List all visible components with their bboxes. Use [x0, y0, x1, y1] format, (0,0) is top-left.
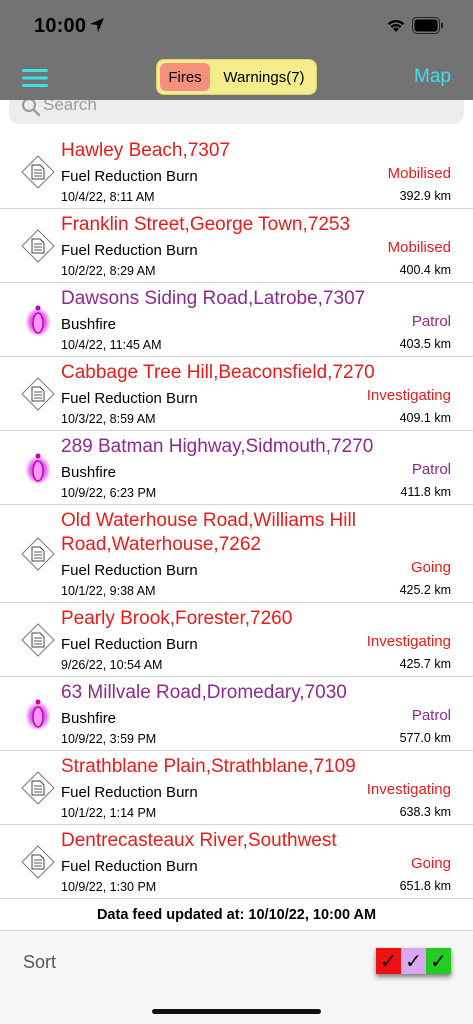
- incident-title: Dawsons Siding Road,Latrobe,7307: [61, 288, 366, 309]
- incident-date: 10/9/22, 6:23 PM: [61, 486, 157, 500]
- incident-date: 10/4/22, 8:11 AM: [61, 190, 155, 204]
- incident-type: Fuel Reduction Burn: [61, 784, 198, 801]
- incident-title: Old Waterhouse Road,Williams Hill Road,W…: [61, 510, 356, 555]
- incident-distance: 392.9 km: [399, 189, 451, 203]
- search-bar: Search: [0, 100, 473, 134]
- diamond-document-icon: [21, 228, 55, 263]
- incident-status: Investigating: [366, 387, 451, 404]
- incident-status: Patrol: [411, 707, 451, 724]
- search-icon: [21, 100, 41, 117]
- incident-distance: 577.0 km: [399, 731, 451, 745]
- incident-title: Dentrecasteaux River,Southwest: [61, 830, 337, 851]
- incident-type: Fuel Reduction Burn: [61, 858, 198, 875]
- incident-status: Investigating: [366, 781, 451, 798]
- incident-title: Hawley Beach,7307: [61, 140, 230, 161]
- incident-type: Bushfire: [61, 464, 117, 481]
- incident-distance: 403.5 km: [399, 337, 451, 351]
- fires-warnings-segmented-control: Fires Warnings(7): [156, 59, 317, 95]
- incident-title: Franklin Street,George Town,7253: [61, 214, 351, 235]
- bottom-toolbar: Sort ✓ ✓ ✓: [0, 932, 473, 1024]
- diamond-document-icon: [21, 622, 55, 657]
- sort-button[interactable]: Sort: [23, 952, 56, 973]
- incident-distance: 400.4 km: [399, 263, 451, 277]
- diamond-document-icon: [21, 536, 55, 571]
- incident-status: Going: [410, 559, 451, 576]
- incident-date: 10/1/22, 9:38 AM: [61, 584, 156, 598]
- checkmark-icon: ✓: [430, 950, 447, 973]
- incident-date: 10/9/22, 1:30 PM: [61, 880, 157, 894]
- list-item[interactable]: Cabbage Tree Hill,Beaconsfield,7270 Fuel…: [0, 357, 473, 431]
- list-item[interactable]: Strathblane Plain,Strathblane,7109 Fuel …: [0, 751, 473, 825]
- incident-type: Fuel Reduction Burn: [61, 636, 198, 653]
- incident-title: Strathblane Plain,Strathblane,7109: [61, 756, 356, 777]
- incident-title: Pearly Brook,Forester,7260: [61, 608, 293, 629]
- incident-status: Going: [410, 855, 451, 872]
- list-item[interactable]: Dentrecasteaux River,Southwest Fuel Redu…: [0, 825, 473, 899]
- category-filter-toggles: ✓ ✓ ✓: [376, 948, 451, 974]
- status-time: 10:00: [34, 15, 87, 37]
- incident-date: 10/3/22, 8:59 AM: [61, 412, 156, 426]
- incident-type: Fuel Reduction Burn: [61, 242, 198, 259]
- bushfire-marker-icon: [25, 305, 51, 337]
- incident-status: Mobilised: [387, 239, 451, 256]
- incident-type: Bushfire: [61, 710, 117, 727]
- location-arrow-icon: [90, 18, 104, 32]
- top-area: 10:00 Fires Warnings(7) Map: [0, 0, 473, 100]
- search-input[interactable]: Search: [9, 100, 464, 124]
- hamburger-menu-icon[interactable]: [22, 68, 48, 88]
- green-filter-toggle[interactable]: ✓: [426, 948, 451, 974]
- incident-title: Cabbage Tree Hill,Beaconsfield,7270: [61, 362, 375, 383]
- tab-warnings[interactable]: Warnings(7): [213, 63, 315, 91]
- list-item[interactable]: 63 Millvale Road,Dromedary,7030 Bushfire…: [0, 677, 473, 751]
- incident-title: 63 Millvale Road,Dromedary,7030: [61, 682, 347, 703]
- home-indicator: [152, 1009, 321, 1014]
- incident-date: 10/1/22, 1:14 PM: [61, 806, 157, 820]
- checkmark-icon: ✓: [380, 950, 397, 973]
- bushfire-marker-icon: [25, 699, 51, 731]
- incident-status: Mobilised: [387, 165, 451, 182]
- checkmark-icon: ✓: [405, 950, 422, 973]
- map-button[interactable]: Map: [414, 66, 451, 88]
- incident-distance: 651.8 km: [399, 879, 451, 893]
- search-placeholder: Search: [43, 100, 97, 114]
- incident-type: Bushfire: [61, 316, 117, 333]
- incident-distance: 638.3 km: [399, 805, 451, 819]
- bushfire-marker-icon: [25, 453, 51, 485]
- incident-status: Patrol: [411, 313, 451, 330]
- incident-type: Fuel Reduction Burn: [61, 390, 198, 407]
- list-item[interactable]: 289 Batman Highway,Sidmouth,7270 Bushfir…: [0, 431, 473, 505]
- list-item[interactable]: Dawsons Siding Road,Latrobe,7307 Bushfir…: [0, 283, 473, 357]
- incident-type: Fuel Reduction Burn: [61, 168, 198, 185]
- purple-filter-toggle[interactable]: ✓: [401, 948, 426, 974]
- incident-distance: 425.2 km: [399, 583, 451, 597]
- wifi-icon: [387, 19, 405, 32]
- incident-distance: 409.1 km: [399, 411, 451, 425]
- incident-date: 10/2/22, 8:29 AM: [61, 264, 156, 278]
- list-item[interactable]: Franklin Street,George Town,7253 Fuel Re…: [0, 209, 473, 283]
- incident-list: Hawley Beach,7307 Fuel Reduction Burn 10…: [0, 135, 473, 899]
- diamond-document-icon: [21, 376, 55, 411]
- red-filter-toggle[interactable]: ✓: [376, 948, 401, 974]
- incident-date: 10/4/22, 11:45 AM: [61, 338, 162, 352]
- diamond-document-icon: [21, 770, 55, 805]
- incident-status: Investigating: [366, 633, 451, 650]
- battery-icon: [412, 17, 443, 34]
- data-feed-updated: Data feed updated at: 10/10/22, 10:00 AM: [0, 899, 473, 931]
- list-item[interactable]: Old Waterhouse Road,Williams Hill Road,W…: [0, 505, 473, 603]
- diamond-document-icon: [21, 844, 55, 879]
- incident-title: 289 Batman Highway,Sidmouth,7270: [61, 436, 374, 457]
- incident-date: 10/9/22, 3:59 PM: [61, 732, 157, 746]
- tab-fires[interactable]: Fires: [160, 63, 210, 91]
- list-item[interactable]: Hawley Beach,7307 Fuel Reduction Burn 10…: [0, 135, 473, 209]
- list-item[interactable]: Pearly Brook,Forester,7260 Fuel Reductio…: [0, 603, 473, 677]
- status-bar: 10:00: [0, 0, 473, 54]
- nav-bar: Fires Warnings(7) Map: [0, 54, 473, 100]
- incident-distance: 411.8 km: [400, 485, 452, 499]
- incident-type: Fuel Reduction Burn: [61, 562, 198, 579]
- diamond-document-icon: [21, 154, 55, 189]
- incident-distance: 425.7 km: [399, 657, 451, 671]
- incident-status: Patrol: [411, 461, 451, 478]
- incident-date: 9/26/22, 10:54 AM: [61, 658, 163, 672]
